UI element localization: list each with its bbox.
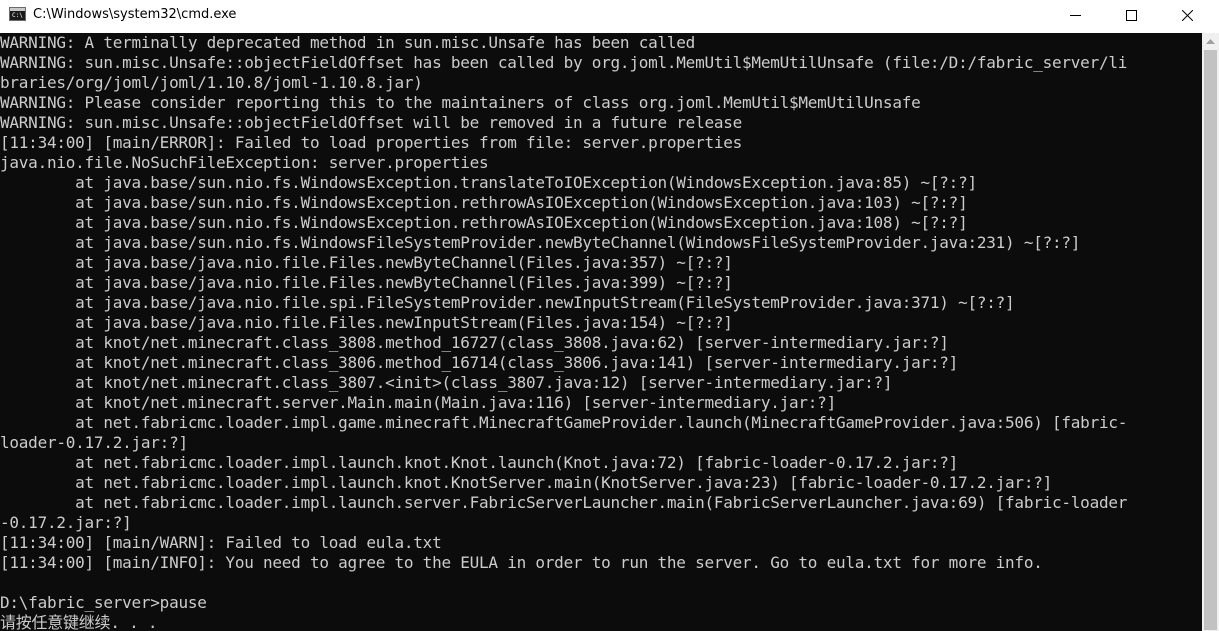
scroll-up-arrow-icon	[1206, 38, 1215, 44]
console-line: at knot/net.minecraft.server.Main.main(M…	[0, 393, 836, 412]
console-line: WARNING: Please consider reporting this …	[0, 93, 921, 112]
console-line: at knot/net.minecraft.class_3808.method_…	[0, 333, 949, 352]
title-bar[interactable]: C:\ C:\Windows\system32\cmd.exe	[0, 0, 1219, 30]
cmd-icon[interactable]: C:\	[9, 7, 26, 21]
console-output[interactable]: WARNING: A terminally deprecated method …	[0, 33, 1202, 631]
console-line: at java.base/java.nio.file.Files.newByte…	[0, 273, 733, 292]
console-line: at java.base/sun.nio.fs.WindowsException…	[0, 173, 977, 192]
cmd-icon-strip	[10, 8, 25, 11]
scroll-up-button[interactable]	[1202, 33, 1219, 50]
cmd-window: C:\ C:\Windows\system32\cmd.exe WARNING:…	[0, 0, 1219, 631]
console-line: at java.base/java.nio.file.spi.FileSyste…	[0, 293, 1015, 312]
console-line: braries/org/joml/joml/1.10.8/joml-1.10.8…	[0, 73, 423, 92]
close-icon	[1181, 9, 1193, 21]
console-line: [11:34:00] [main/WARN]: Failed to load e…	[0, 533, 442, 552]
close-button[interactable]	[1164, 0, 1210, 30]
vertical-scrollbar[interactable]	[1202, 33, 1219, 631]
console-line: [11:34:00] [main/INFO]: You need to agre…	[0, 553, 1043, 572]
window-title: C:\Windows\system32\cmd.exe	[33, 7, 237, 22]
console-line: -0.17.2.jar:?]	[0, 513, 132, 532]
console-line: at knot/net.minecraft.class_3807.<init>(…	[0, 373, 893, 392]
console-line: at net.fabricmc.loader.impl.launch.knot.…	[0, 473, 1052, 492]
console-line: WARNING: sun.misc.Unsafe::objectFieldOff…	[0, 113, 743, 132]
console-line: at net.fabricmc.loader.impl.launch.knot.…	[0, 453, 959, 472]
console-line: at knot/net.minecraft.class_3806.method_…	[0, 353, 959, 372]
console-line: 请按任意键继续. . .	[0, 613, 158, 631]
console-line: loader-0.17.2.jar:?]	[0, 433, 188, 452]
console-line: WARNING: A terminally deprecated method …	[0, 33, 696, 52]
maximize-icon	[1125, 9, 1137, 21]
console-line: java.nio.file.NoSuchFileException: serve…	[0, 153, 489, 172]
console-line: at java.base/java.nio.file.Files.newByte…	[0, 253, 733, 272]
console-line: at java.base/java.nio.file.Files.newInpu…	[0, 313, 733, 332]
console-line: at net.fabricmc.loader.impl.launch.serve…	[0, 493, 1128, 512]
minimize-icon	[1069, 14, 1081, 16]
console-line: D:\fabric_server>pause	[0, 593, 207, 612]
cmd-icon-glyph: C:\	[12, 12, 23, 19]
minimize-button[interactable]	[1052, 0, 1098, 30]
console-line: at java.base/sun.nio.fs.WindowsFileSyste…	[0, 233, 1081, 252]
scroll-thumb[interactable]	[1204, 50, 1217, 630]
console-line: at java.base/sun.nio.fs.WindowsException…	[0, 193, 968, 212]
console-line: at net.fabricmc.loader.impl.game.minecra…	[0, 413, 1128, 432]
console-line: [11:34:00] [main/ERROR]: Failed to load …	[0, 133, 743, 152]
console-text: WARNING: A terminally deprecated method …	[0, 33, 1127, 631]
console-line: at java.base/sun.nio.fs.WindowsException…	[0, 213, 968, 232]
maximize-button[interactable]	[1108, 0, 1154, 30]
console-line: WARNING: sun.misc.Unsafe::objectFieldOff…	[0, 53, 1128, 72]
